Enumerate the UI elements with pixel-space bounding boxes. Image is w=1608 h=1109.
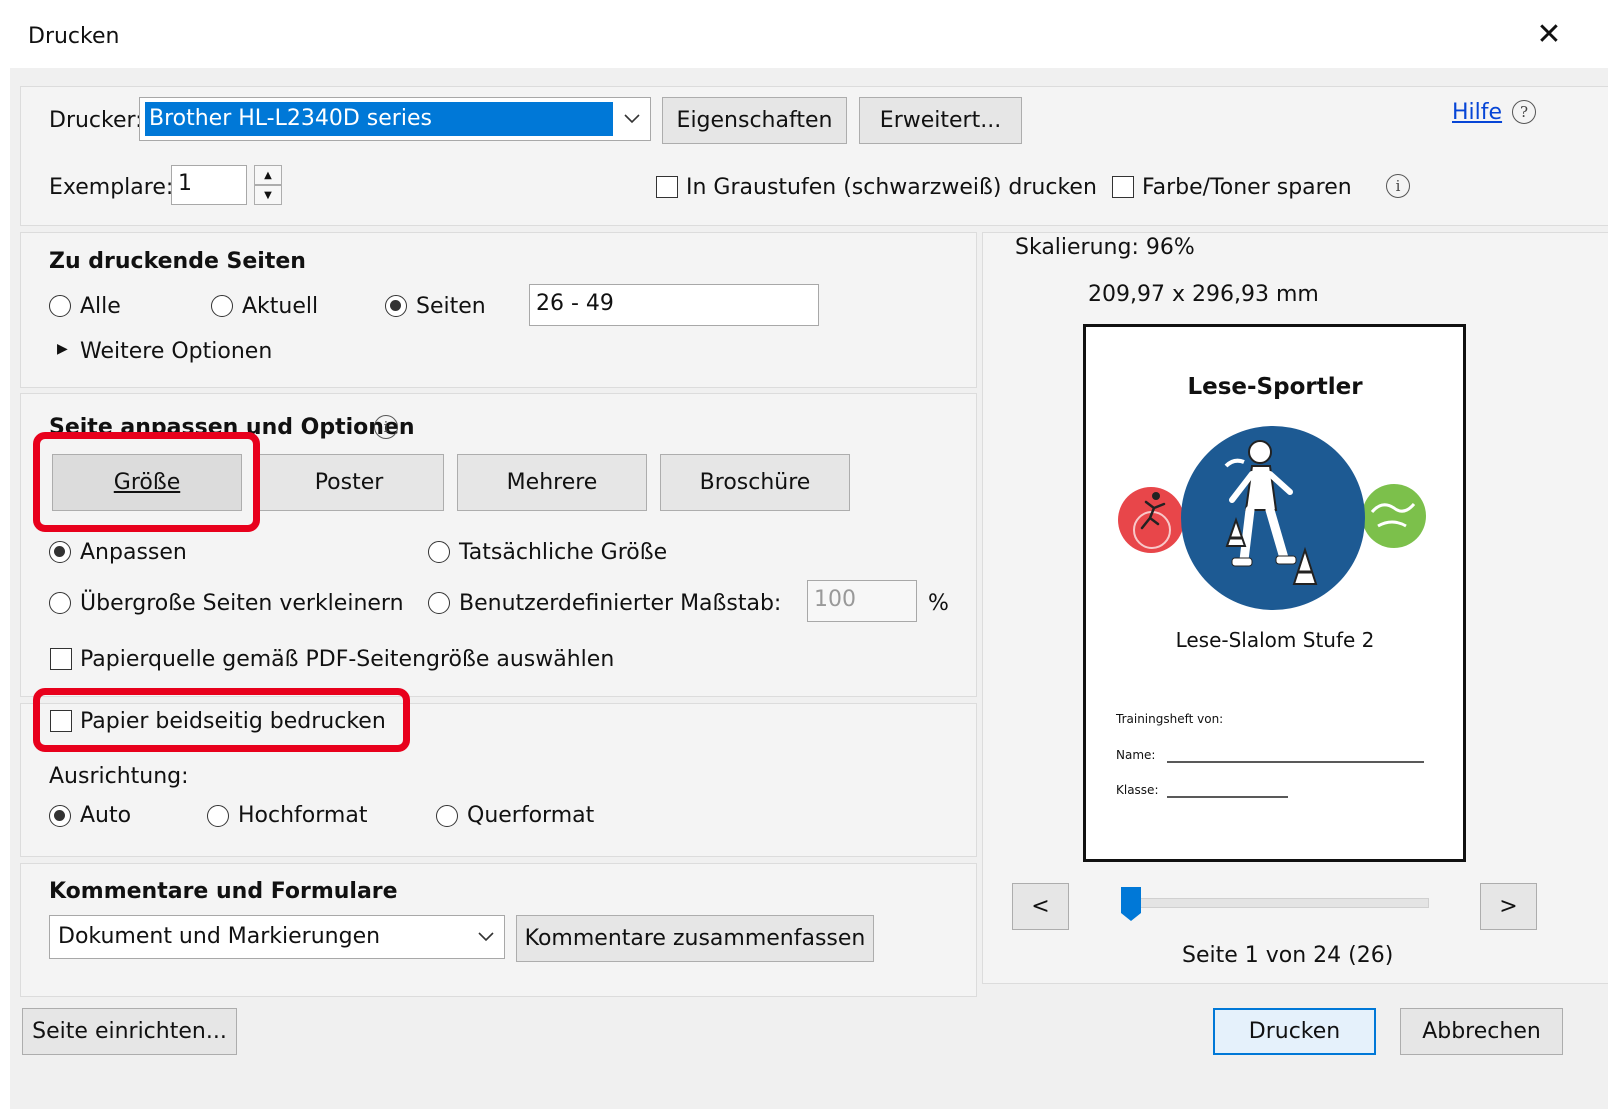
page-slider-thumb[interactable] xyxy=(1120,886,1142,922)
comments-heading: Kommentare und Formulare xyxy=(49,879,398,904)
comments-selected-value: Dokument und Markierungen xyxy=(58,924,381,949)
actual-size-radio[interactable] xyxy=(428,541,450,563)
shrink-label: Übergroße Seiten verkleinern xyxy=(80,591,404,616)
orientation-auto-radio[interactable] xyxy=(49,805,71,827)
summarize-comments-button[interactable]: Kommentare zusammenfassen xyxy=(516,915,874,962)
all-pages-label: Alle xyxy=(80,294,121,319)
page-setup-button[interactable]: Seite einrichten... xyxy=(22,1008,237,1055)
comments-select[interactable]: Dokument und Markierungen xyxy=(49,915,505,959)
current-page-label: Aktuell xyxy=(242,294,319,319)
actual-size-label: Tatsächliche Größe xyxy=(459,540,668,565)
fit-info-icon[interactable]: i xyxy=(374,415,398,439)
orientation-auto-label: Auto xyxy=(80,803,132,828)
advanced-button[interactable]: Erweitert... xyxy=(859,97,1022,144)
grayscale-checkbox[interactable] xyxy=(656,176,678,198)
preview-class-label: Klasse: xyxy=(1116,783,1159,797)
cancel-button[interactable]: Abbrechen xyxy=(1400,1008,1563,1055)
help-icon[interactable]: ? xyxy=(1512,100,1536,124)
save-toner-label: Farbe/Toner sparen xyxy=(1142,175,1352,200)
custom-scale-radio[interactable] xyxy=(428,592,450,614)
preview-training-label: Trainingsheft von: xyxy=(1116,712,1224,726)
custom-scale-input[interactable]: 100 xyxy=(807,580,917,622)
page-dimensions: 209,97 x 296,93 mm xyxy=(1088,282,1319,307)
chevron-down-icon[interactable] xyxy=(468,916,504,958)
custom-scale-label: Benutzerdefinierter Maßstab: xyxy=(459,591,782,616)
printer-selected-value: Brother HL-L2340D series xyxy=(149,106,432,131)
save-toner-checkbox[interactable] xyxy=(1112,176,1134,198)
highlight-duplex-option xyxy=(33,688,410,752)
pages-heading: Zu druckende Seiten xyxy=(49,249,306,274)
page-range-input[interactable]: 26 - 49 xyxy=(529,284,819,326)
properties-button[interactable]: Eigenschaften xyxy=(662,97,847,144)
fit-label: Anpassen xyxy=(80,540,187,565)
paper-source-checkbox[interactable] xyxy=(50,648,72,670)
pages-label: Seiten xyxy=(416,294,486,319)
print-button[interactable]: Drucken xyxy=(1213,1008,1376,1055)
tab-booklet[interactable]: Broschüre xyxy=(660,454,850,511)
title-bar xyxy=(10,8,1608,68)
copies-spinner[interactable]: ▲ ▼ xyxy=(254,165,282,205)
more-options-toggle[interactable]: Weitere Optionen xyxy=(80,339,272,364)
toner-info-icon[interactable]: i xyxy=(1386,174,1410,198)
close-icon[interactable]: ✕ xyxy=(1532,20,1566,50)
preview-page: Lese-Sportler Lese-Slalom Stufe 2 Traini… xyxy=(1094,334,1456,850)
next-page-button[interactable]: > xyxy=(1480,883,1537,930)
expand-triangle-icon[interactable]: ▶ xyxy=(57,341,68,357)
scaling-label: Skalierung: 96% xyxy=(1015,235,1195,260)
paper-source-label: Papierquelle gemäß PDF-Seitengröße auswä… xyxy=(80,647,615,672)
portrait-radio[interactable] xyxy=(207,805,229,827)
previous-page-button[interactable]: < xyxy=(1012,883,1069,930)
tab-poster[interactable]: Poster xyxy=(254,454,444,511)
landscape-radio[interactable] xyxy=(436,805,458,827)
grayscale-label: In Graustufen (schwarzweiß) drucken xyxy=(686,175,1097,200)
tab-multiple[interactable]: Mehrere xyxy=(457,454,647,511)
preview-doc-subtitle: Lese-Slalom Stufe 2 xyxy=(1175,628,1375,652)
preview-illustration xyxy=(1118,426,1426,798)
percent-label: % xyxy=(928,591,949,616)
page-slider-track[interactable] xyxy=(1125,898,1429,908)
landscape-label: Querformat xyxy=(467,803,595,828)
pages-radio[interactable] xyxy=(385,295,407,317)
help-link[interactable]: Hilfe xyxy=(1452,100,1502,125)
highlight-size-tab xyxy=(33,432,260,532)
printer-label: Drucker: xyxy=(49,108,143,133)
dialog-title: Drucken xyxy=(28,24,120,49)
page-status: Seite 1 von 24 (26) xyxy=(1182,943,1394,968)
preview-name-label: Name: xyxy=(1116,748,1156,762)
copies-label: Exemplare: xyxy=(49,175,174,200)
printer-select[interactable]: Brother HL-L2340D series xyxy=(139,97,651,141)
chevron-down-icon[interactable] xyxy=(614,98,650,140)
copies-input[interactable]: 1 xyxy=(171,165,247,205)
shrink-radio[interactable] xyxy=(49,592,71,614)
all-pages-radio[interactable] xyxy=(49,295,71,317)
spinner-down-icon[interactable]: ▼ xyxy=(254,185,282,205)
fit-radio[interactable] xyxy=(49,541,71,563)
portrait-label: Hochformat xyxy=(238,803,368,828)
current-page-radio[interactable] xyxy=(211,295,233,317)
spinner-up-icon[interactable]: ▲ xyxy=(254,165,282,185)
orientation-label: Ausrichtung: xyxy=(49,764,189,789)
